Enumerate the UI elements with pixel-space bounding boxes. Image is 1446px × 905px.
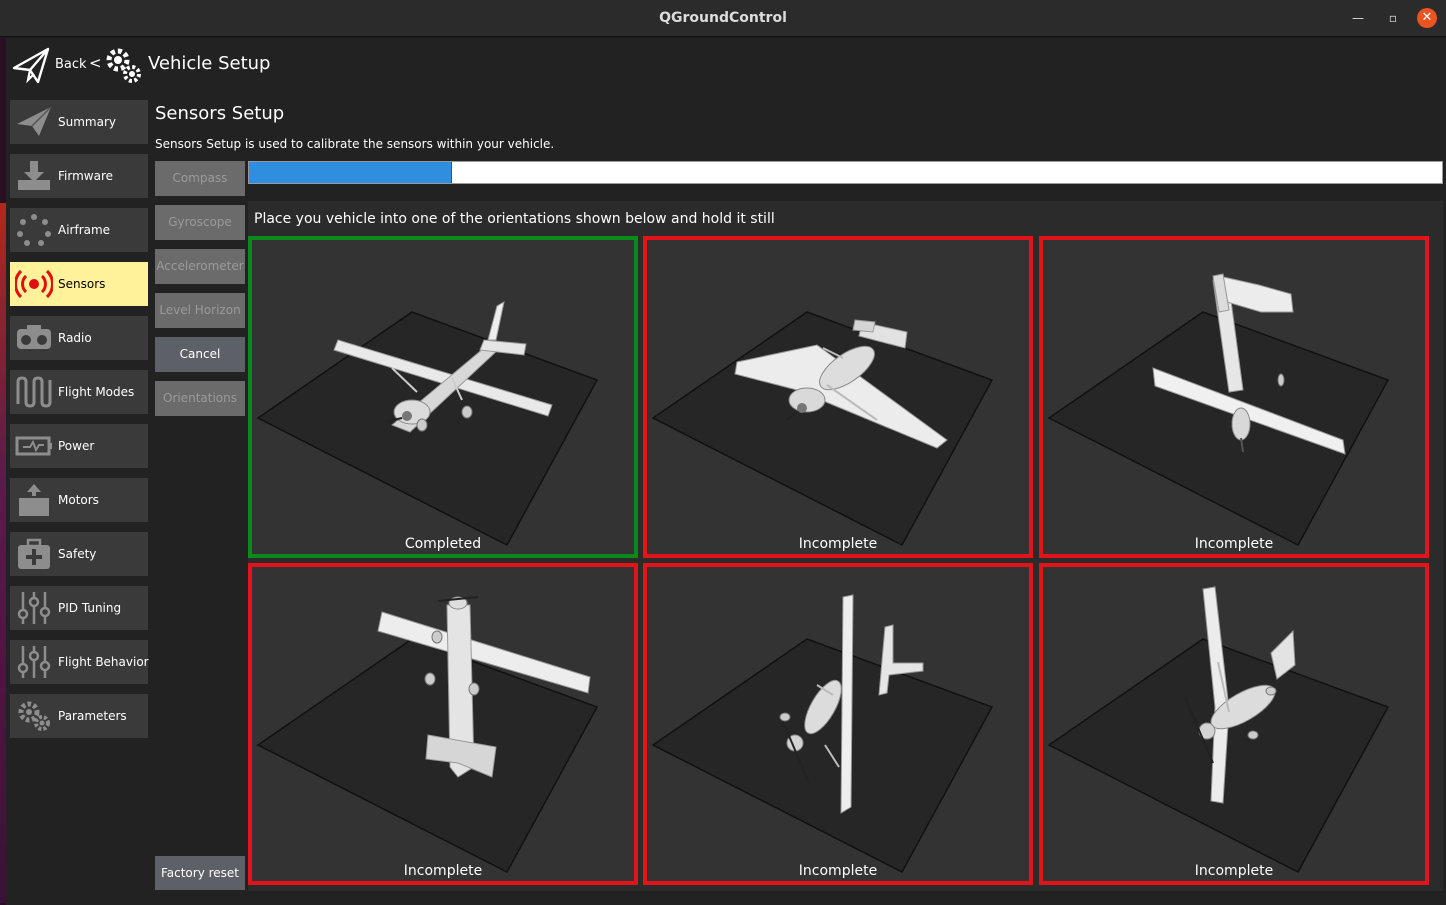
safety-icon <box>18 538 50 569</box>
orientation-tile-5: Incomplete <box>643 563 1033 885</box>
top-toolbar: Back < Vehicle Setup <box>6 38 1446 96</box>
sidebar-item-label: Radio <box>58 331 92 345</box>
airplane-inverted-illustration <box>651 311 994 546</box>
radio-icon <box>17 325 51 349</box>
sidebar-item-label: Flight Modes <box>58 385 135 399</box>
orientation-status: Completed <box>404 536 482 552</box>
motors-icon <box>19 484 49 516</box>
progress-fill <box>249 162 452 183</box>
sidebar-item-label: PID Tuning <box>58 601 122 615</box>
factory-reset-button[interactable]: Factory reset <box>155 856 245 890</box>
orientation-status: Incomplete <box>798 863 878 879</box>
sliders-icon <box>17 646 51 678</box>
power-icon <box>15 436 52 456</box>
orientation-tile-1: Completed <box>248 236 638 558</box>
sidebar-item-label: Summary <box>58 115 116 129</box>
sidebar-item-radio[interactable]: Radio <box>10 316 148 360</box>
orientation-status: Incomplete <box>403 863 483 879</box>
orientation-tile-6: Incomplete <box>1039 563 1429 885</box>
airplane-left-side-illustration <box>651 594 994 873</box>
sidebar-item-label: Sensors <box>58 277 106 291</box>
gears-icon <box>106 48 141 83</box>
maximize-icon[interactable]: ▫ <box>1383 8 1403 28</box>
sidebar-item-pid-tuning[interactable]: PID Tuning <box>10 586 148 630</box>
sidebar-item-sensors[interactable]: Sensors <box>10 262 148 306</box>
sidebar-item-firmware[interactable]: Firmware <box>10 154 148 198</box>
airplane-right-side-illustration <box>1047 586 1390 873</box>
sidebar-item-label: Firmware <box>58 169 113 183</box>
flight-modes-icon <box>16 376 52 408</box>
gyroscope-button[interactable]: Gyroscope <box>155 205 245 240</box>
airplane-nose-down-illustration <box>1047 273 1390 546</box>
close-icon[interactable]: ✕ <box>1417 8 1437 28</box>
sidebar-item-label: Flight Behavior <box>58 655 149 669</box>
sensors-icon <box>15 269 53 299</box>
sidebar-item-flight-modes[interactable]: Flight Modes <box>10 370 148 414</box>
cancel-button[interactable]: Cancel <box>155 337 245 372</box>
airplane-level-illustration <box>256 301 599 546</box>
orientations-button[interactable]: Orientations <box>155 381 245 416</box>
sidebar-item-summary[interactable]: Summary <box>10 100 148 144</box>
back-button[interactable]: Back <box>55 57 87 72</box>
page-title: Vehicle Setup <box>148 53 271 74</box>
orientation-tile-2: Incomplete <box>643 236 1033 558</box>
sidebar-item-flight-behavior[interactable]: Flight Behavior <box>10 640 149 684</box>
section-description: Sensors Setup is used to calibrate the s… <box>155 137 555 151</box>
orientation-status: Incomplete <box>798 536 878 552</box>
sidebar-item-label: Airframe <box>58 223 111 237</box>
orientation-status: Incomplete <box>1194 863 1274 879</box>
sidebar-item-label: Parameters <box>58 709 127 723</box>
compass-button[interactable]: Compass <box>155 161 245 196</box>
section-title: Sensors Setup <box>155 103 285 124</box>
sidebar-item-airframe[interactable]: Airframe <box>10 208 148 252</box>
paper-plane-icon <box>17 106 52 136</box>
gears-icon <box>18 701 50 731</box>
breadcrumb-separator: < <box>89 54 102 72</box>
minimize-icon[interactable]: — <box>1348 8 1368 28</box>
sliders-icon <box>17 592 51 624</box>
orientation-tile-3: Incomplete <box>1039 236 1429 558</box>
paper-plane-icon[interactable] <box>12 46 52 86</box>
sidebar-item-power[interactable]: Power <box>10 424 148 468</box>
app-window: Back < Vehicle Setup Summary Firmware Ai… <box>6 38 1446 905</box>
orientation-tile-4: Incomplete <box>248 563 638 885</box>
sidebar-item-parameters[interactable]: Parameters <box>10 694 148 738</box>
orientation-status: Incomplete <box>1194 536 1274 552</box>
accelerometer-button[interactable]: Accelerometer <box>155 249 245 284</box>
window-title: QGroundControl <box>659 10 787 26</box>
sidebar-item-label: Power <box>58 439 95 453</box>
sidebar-item-label: Motors <box>58 493 99 507</box>
sidebar-item-label: Safety <box>58 547 97 561</box>
sidebar-item-safety[interactable]: Safety <box>10 532 148 576</box>
calibration-progress-bar <box>248 161 1443 184</box>
instruction-text: Place you vehicle into one of the orient… <box>254 211 775 227</box>
level-horizon-button[interactable]: Level Horizon <box>155 293 245 328</box>
sidebar-item-motors[interactable]: Motors <box>10 478 148 522</box>
window-titlebar: QGroundControl — ▫ ✕ <box>0 0 1446 37</box>
download-icon <box>18 161 50 190</box>
airplane-nose-up-illustration <box>256 596 599 873</box>
airframe-icon <box>17 214 51 246</box>
